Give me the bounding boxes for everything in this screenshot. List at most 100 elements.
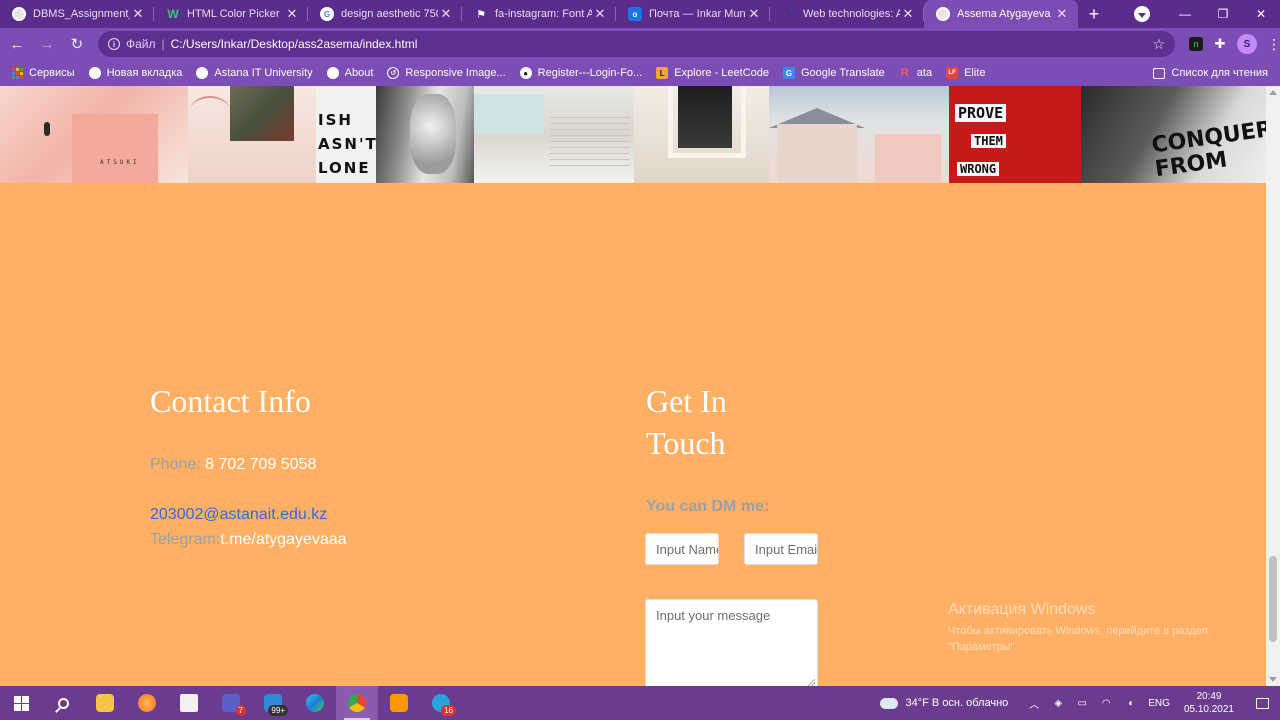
taskbar-chrome[interactable]: [336, 686, 378, 720]
close-window-icon[interactable]: ✕: [1242, 7, 1280, 21]
window-controls: — ❐ ✕: [1134, 0, 1280, 28]
taskbar-sublime[interactable]: [378, 686, 420, 720]
volume-icon[interactable]: ◖: [1123, 697, 1137, 709]
close-icon[interactable]: ✕: [284, 6, 300, 22]
reading-list[interactable]: Список для чтения: [1152, 67, 1268, 79]
star-icon[interactable]: ☆: [1152, 36, 1165, 53]
maximize-icon[interactable]: ❐: [1204, 7, 1242, 21]
tab-title: HTML Color Picker: [187, 8, 280, 20]
new-tab-button[interactable]: +: [1078, 0, 1110, 28]
folder-icon: [96, 694, 114, 712]
taskbar-store[interactable]: [168, 686, 210, 720]
taskbar-explorer[interactable]: [84, 686, 126, 720]
close-icon[interactable]: ✕: [592, 6, 608, 22]
notification-badge: 16: [441, 705, 456, 716]
chevron-up-icon[interactable]: ︿: [1027, 697, 1041, 711]
apps-grid-icon: [12, 67, 23, 79]
resize-handle-icon[interactable]: [808, 679, 815, 686]
collage-photo: [188, 86, 316, 183]
back-arrow-icon[interactable]: ←: [4, 31, 30, 57]
address-bar[interactable]: i Файл | C:/Users/Inkar/Desktop/ass2asem…: [97, 31, 1176, 57]
tab-assema-atygayeva[interactable]: Assema Atygayeva ✕: [924, 0, 1078, 28]
phone-label: Phone:: [150, 456, 201, 473]
bookmark-google-translate[interactable]: G Google Translate: [783, 67, 885, 79]
minimize-icon[interactable]: —: [1166, 7, 1204, 21]
collage-caption: THEM: [971, 134, 1006, 148]
puzzle-icon[interactable]: ✚: [1213, 36, 1227, 51]
bookmark-label: Astana IT University: [214, 67, 313, 79]
telegram-link[interactable]: t.me/atygayevaaa: [220, 531, 346, 548]
close-icon[interactable]: ✕: [1054, 6, 1070, 22]
leetcode-icon: L: [656, 67, 669, 79]
firefox-icon: [138, 694, 156, 712]
scrollbar-thumb[interactable]: [1269, 556, 1277, 642]
windows-logo-icon: [13, 695, 29, 711]
date-text: 05.10.2021: [1183, 704, 1234, 715]
tab-color-picker[interactable]: W HTML Color Picker ✕: [154, 0, 308, 28]
close-icon[interactable]: ✕: [130, 6, 146, 22]
network-icon[interactable]: ◈: [1051, 697, 1065, 709]
taskbar-search[interactable]: [42, 686, 84, 720]
page-viewport: ATSUKI ISH ASN'T LONE PROVE THEM WRONG C…: [0, 86, 1266, 686]
url-text[interactable]: C:/Users/Inkar/Desktop/ass2asema/index.h…: [171, 37, 1153, 51]
scroll-down-icon[interactable]: [1269, 677, 1277, 682]
bookmark-new-tab[interactable]: Новая вкладка: [88, 67, 182, 79]
bookmark-about[interactable]: About: [326, 67, 374, 79]
taskbar-teams[interactable]: 7: [210, 686, 252, 720]
collage-photo: [376, 86, 474, 183]
bookmark-leetcode[interactable]: L Explore - LeetCode: [656, 67, 769, 79]
info-icon[interactable]: i: [107, 38, 120, 50]
vertical-scrollbar[interactable]: [1266, 86, 1280, 686]
telegram-line: Telegram:t.me/atygayevaaa: [150, 531, 347, 549]
message-textarea[interactable]: Input your message: [645, 599, 818, 686]
email-input[interactable]: Input Email: [744, 533, 818, 565]
notification-center-icon[interactable]: [1244, 686, 1280, 720]
notification-badge: 7: [235, 705, 246, 716]
bookmark-elite[interactable]: LF Elite: [946, 67, 985, 79]
close-icon[interactable]: ✕: [900, 6, 916, 22]
collage-photo: PROVE THEM WRONG: [949, 86, 1081, 183]
forward-arrow-icon[interactable]: →: [34, 31, 60, 57]
email-link[interactable]: 203002@astanait.edu.kz: [150, 506, 327, 524]
tab-fa-instagram[interactable]: ⚑ fa-instagram: Font Aw ✕: [462, 0, 616, 28]
close-icon[interactable]: ✕: [746, 6, 762, 22]
bookmark-astana-it[interactable]: Astana IT University: [196, 67, 313, 79]
outlook-icon: o: [628, 7, 642, 21]
bookmark-services[interactable]: Сервисы: [12, 67, 75, 79]
taskbar-firefox[interactable]: [126, 686, 168, 720]
reading-list-label: Список для чтения: [1171, 67, 1268, 79]
wifi-icon[interactable]: ◠: [1099, 697, 1113, 709]
bookmark-responsive-image[interactable]: ↺ Responsive Image...: [387, 67, 506, 79]
tab-search-icon[interactable]: [1134, 6, 1150, 22]
start-button[interactable]: [0, 686, 42, 720]
phone-line: Phone: 8 702 709 5058: [150, 456, 316, 474]
taskbar-telegram[interactable]: 16: [420, 686, 462, 720]
tab-web-technologies[interactable]: ✎ Web technologies: As ✕: [770, 0, 924, 28]
bookmark-register-login[interactable]: ● Register---Login-Fo...: [519, 67, 642, 79]
bookmark-ata[interactable]: R ata: [899, 67, 932, 79]
taskbar-edge[interactable]: [294, 686, 336, 720]
clock[interactable]: 20:49 05.10.2021: [1184, 690, 1234, 716]
tab-title: Assema Atygayeva: [957, 8, 1051, 20]
windows-activation-watermark: Активация Windows Чтобы активировать Win…: [948, 601, 1248, 655]
extension-icon[interactable]: n: [1189, 37, 1204, 51]
tab-design-aesthetic[interactable]: G design aesthetic 750 ✕: [308, 0, 462, 28]
bookmark-label: About: [344, 67, 374, 79]
tab-mail[interactable]: o Почта — Inkar Munb ✕: [616, 0, 770, 28]
tab-dbms[interactable]: DBMS_Assignment_4_ ✕: [0, 0, 154, 28]
reload-icon[interactable]: ↻: [64, 31, 90, 57]
close-icon[interactable]: ✕: [438, 6, 454, 22]
taskbar-mail[interactable]: 99+: [252, 686, 294, 720]
edge-icon: [306, 694, 324, 712]
contact-info-heading: Contact Info: [150, 383, 311, 419]
lf-icon: LF: [946, 67, 959, 79]
scroll-up-icon[interactable]: [1269, 90, 1277, 95]
weather-widget[interactable]: 34°F В осн. облачно: [877, 693, 1008, 709]
language-indicator[interactable]: ENG: [1148, 697, 1170, 709]
bookmark-label: ata: [916, 67, 933, 79]
kebab-menu-icon[interactable]: ⋮: [1267, 36, 1280, 53]
bookmark-label: Сервисы: [29, 67, 75, 79]
battery-icon[interactable]: ▭: [1075, 697, 1089, 709]
avatar[interactable]: S: [1237, 34, 1258, 54]
name-input[interactable]: Input Name: [645, 533, 719, 565]
